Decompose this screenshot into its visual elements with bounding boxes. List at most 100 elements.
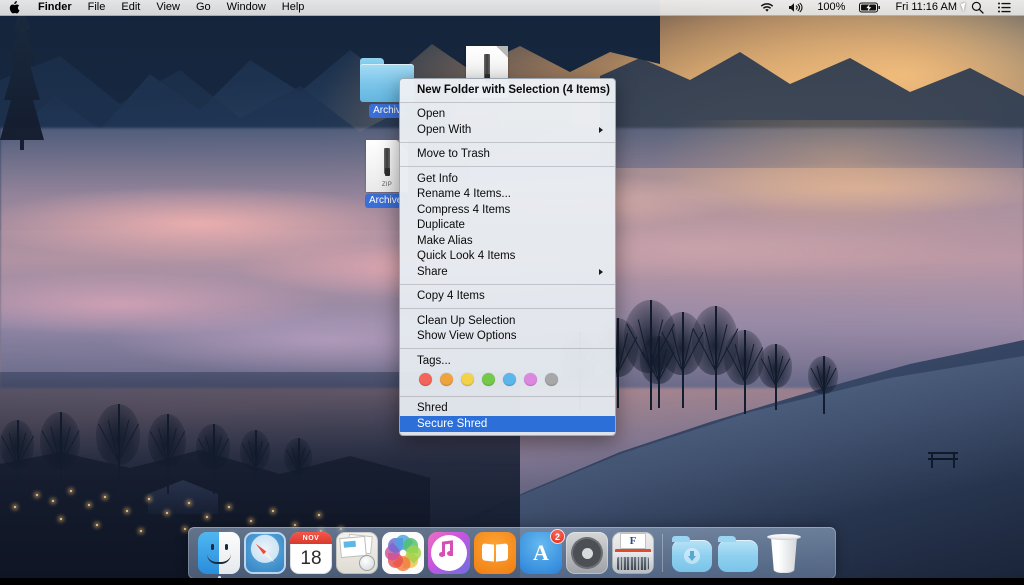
battery-charging-icon[interactable]: [852, 0, 888, 15]
menu-item-go[interactable]: Go: [188, 0, 219, 15]
context-menu-item[interactable]: Copy 4 Items: [400, 289, 615, 305]
context-menu-item-label: Make Alias: [417, 234, 473, 247]
context-menu-item[interactable]: Open With: [400, 122, 615, 138]
menu-bar-left: Finder File Edit View Go Window Help: [0, 0, 312, 15]
dock-item-mail[interactable]: [334, 530, 380, 576]
wallpaper-bare-tree: [0, 420, 34, 494]
menu-item-file[interactable]: File: [80, 0, 114, 15]
wallpaper-bare-tree: [808, 356, 838, 414]
context-menu-item[interactable]: Make Alias: [400, 233, 615, 249]
context-menu-item-label: Tags...: [417, 354, 451, 367]
menu-bar-status-area: 100% Fri 11:16 AM: [753, 0, 1024, 15]
context-menu-item[interactable]: Show View Options: [400, 329, 615, 345]
menu-separator: [400, 348, 615, 349]
context-menu-item[interactable]: Open: [400, 107, 615, 123]
context-menu-item[interactable]: Share: [400, 264, 615, 280]
context-menu-item[interactable]: Compress 4 Items: [400, 202, 615, 218]
wallpaper-bare-tree: [240, 430, 270, 492]
menu-bar-clock[interactable]: Fri 11:16 AM: [888, 0, 964, 15]
menu-item-window[interactable]: Window: [219, 0, 274, 15]
context-menu-item-label: New Folder with Selection (4 Items): [417, 83, 610, 96]
context-menu-item-label: Open: [417, 108, 446, 121]
search-icon[interactable]: [964, 0, 991, 15]
context-menu-item-label: Move to Trash: [417, 148, 490, 161]
menu-item-edit[interactable]: Edit: [113, 0, 148, 15]
notification-center-icon[interactable]: [991, 0, 1018, 15]
menu-separator: [400, 166, 615, 167]
dock-item-system-preferences[interactable]: [564, 530, 610, 576]
calendar-month-label: NOV: [290, 532, 332, 544]
dock-item-folder[interactable]: [715, 530, 761, 576]
app-store-badge: 2: [550, 529, 565, 544]
context-menu-item[interactable]: New Folder with Selection (4 Items): [400, 82, 615, 98]
context-menu-item[interactable]: Get Info: [400, 171, 615, 187]
dock-item-trash[interactable]: [761, 530, 807, 576]
context-menu-item-label: Compress 4 Items: [417, 203, 511, 216]
screen-bottom-bezel: [0, 578, 1024, 585]
context-menu-item[interactable]: Move to Trash: [400, 147, 615, 163]
wifi-icon[interactable]: [753, 0, 781, 15]
wallpaper-bare-tree: [640, 336, 676, 408]
context-menu-item-label: Rename 4 Items...: [417, 188, 511, 201]
menu-item-help[interactable]: Help: [274, 0, 313, 15]
context-menu-item-label: Quick Look 4 Items: [417, 250, 516, 263]
context-menu-item-label: Share: [417, 265, 448, 278]
context-menu-item-label: Copy 4 Items: [417, 290, 485, 303]
calendar-day-label: 18: [300, 548, 322, 569]
tag-color-dot[interactable]: [482, 372, 495, 386]
context-menu-item[interactable]: Clean Up Selection: [400, 313, 615, 329]
context-menu-item[interactable]: Quick Look 4 Items: [400, 249, 615, 265]
context-menu-item-label: Show View Options: [417, 330, 517, 343]
apple-logo-icon[interactable]: [0, 0, 30, 15]
tag-color-dot[interactable]: [545, 372, 558, 386]
wallpaper-bare-tree: [284, 438, 312, 494]
context-menu-item[interactable]: Shred: [400, 401, 615, 417]
wallpaper-bare-tree: [40, 412, 80, 498]
dock: NOV 18 A 2 F: [188, 527, 836, 579]
menu-separator: [400, 141, 615, 143]
wallpaper-bare-tree: [148, 414, 186, 494]
menu-separator: [400, 101, 615, 103]
context-menu-item-label: Duplicate: [417, 219, 465, 232]
context-menu-item[interactable]: Rename 4 Items...: [400, 187, 615, 203]
context-menu-item[interactable]: Tags...: [400, 353, 615, 369]
menu-separator: [400, 283, 615, 285]
tag-color-dot[interactable]: [461, 372, 474, 386]
submenu-arrow-icon: [599, 268, 603, 275]
dock-item-calendar[interactable]: NOV 18: [288, 530, 334, 576]
shredder-paper-letter: F: [629, 534, 637, 547]
tag-color-dot[interactable]: [524, 372, 537, 386]
context-menu-item-label: Shred: [417, 402, 448, 415]
wallpaper-bare-tree: [758, 344, 792, 410]
context-menu-item-label: Open With: [417, 123, 472, 136]
menu-separator: [400, 308, 615, 309]
dock-item-finder[interactable]: [196, 530, 242, 579]
menu-bar: Finder File Edit View Go Window Help 100…: [0, 0, 1024, 16]
dock-item-safari[interactable]: [242, 530, 288, 576]
wallpaper-bare-tree: [96, 404, 140, 496]
context-menu-item-label: Get Info: [417, 172, 458, 185]
context-menu[interactable]: New Folder with Selection (4 Items) Open O…: [399, 78, 616, 436]
context-menu-item-label: Secure Shred: [417, 417, 488, 430]
tag-color-dot[interactable]: [503, 372, 516, 386]
menu-separator: [400, 395, 615, 397]
dock-item-photos[interactable]: [380, 530, 426, 576]
tag-color-row[interactable]: [400, 369, 615, 392]
dock-item-ibooks[interactable]: [472, 530, 518, 576]
tag-color-dot[interactable]: [419, 372, 432, 386]
context-menu-item-label: Clean Up Selection: [417, 314, 516, 327]
dock-item-itunes[interactable]: [426, 530, 472, 576]
menu-item-finder[interactable]: Finder: [30, 0, 80, 15]
tag-color-dot[interactable]: [440, 372, 453, 386]
dock-separator: [662, 534, 663, 572]
wallpaper-bare-tree: [196, 424, 230, 494]
dock-item-downloads[interactable]: [669, 530, 715, 576]
dock-item-app-store[interactable]: A 2: [518, 529, 565, 576]
volume-icon[interactable]: [781, 0, 810, 15]
submenu-arrow-icon: [599, 126, 603, 133]
context-menu-item[interactable]: Duplicate: [400, 218, 615, 234]
menu-item-view[interactable]: View: [148, 0, 188, 15]
context-menu-item[interactable]: Secure Shred: [400, 416, 615, 432]
battery-percent-label: 100%: [817, 1, 846, 13]
dock-item-shredder[interactable]: F: [610, 530, 656, 576]
